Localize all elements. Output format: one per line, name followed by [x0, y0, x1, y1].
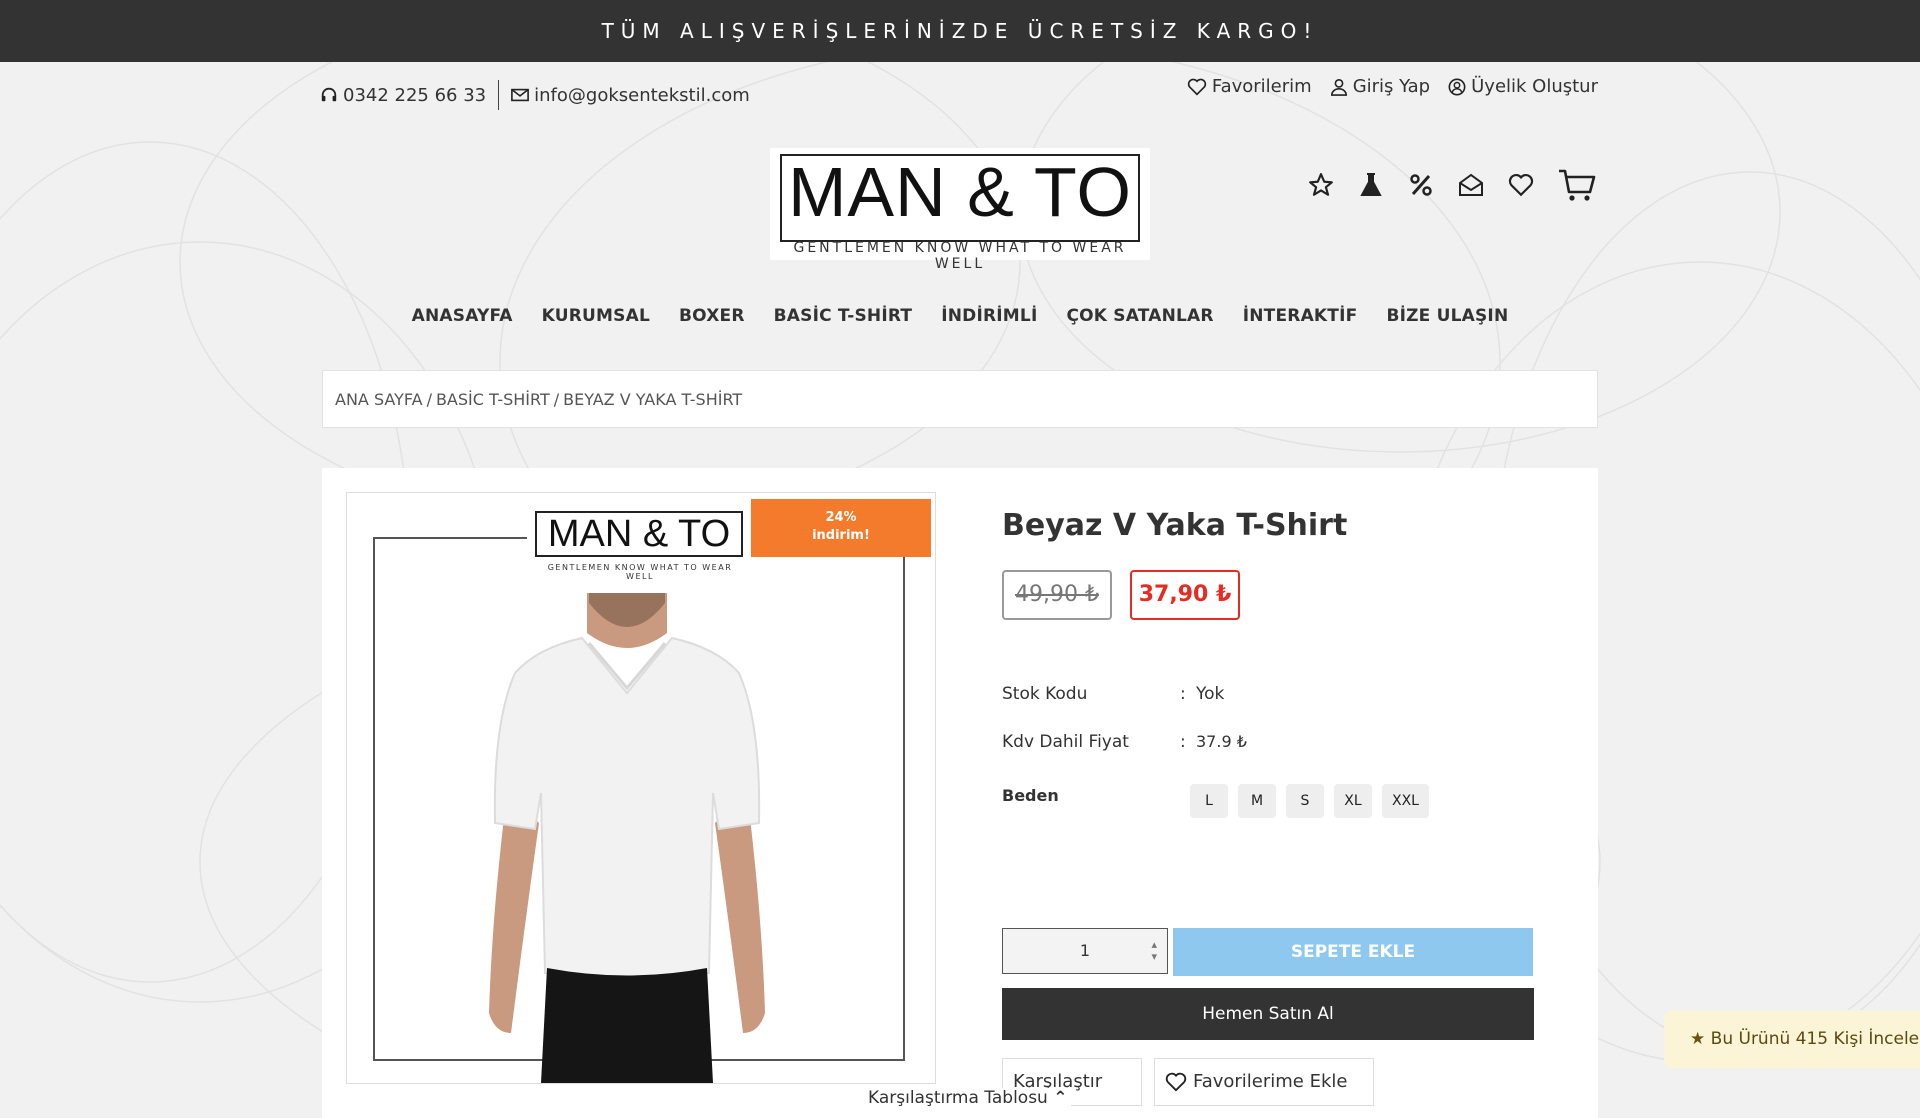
nav-cok-satanlar[interactable]: ÇOK SATANLAR	[1066, 306, 1213, 326]
compare-table-label: Karşılaştırma Tablosu	[868, 1088, 1048, 1108]
discount-percent: 24%	[825, 510, 857, 525]
discount-label: indirim!	[812, 528, 870, 543]
compare-table-toggle[interactable]: Karşılaştırma Tablosu ⌃	[864, 1088, 1072, 1108]
free-shipping-banner: TÜM ALIŞVERİŞLERİNİZDE ÜCRETSİZ KARGO!	[0, 0, 1920, 62]
nav-kurumsal[interactable]: KURUMSAL	[542, 306, 650, 326]
viewed-count-badge: ★ Bu Ürünü 415 Kişi İnceledi	[1664, 1010, 1920, 1068]
register-label: Üyelik Oluştur	[1471, 76, 1598, 97]
image-logo-tagline: GENTLEMEN KNOW WHAT TO WEAR WELL	[547, 563, 733, 581]
user-icon	[1330, 78, 1347, 96]
size-option-m[interactable]: M	[1238, 784, 1276, 818]
star-icon[interactable]	[1308, 172, 1334, 198]
frame-line	[373, 537, 375, 1061]
buy-now-button[interactable]: Hemen Satın Al	[1002, 988, 1534, 1040]
product-title: Beyaz V Yaka T-Shirt	[1002, 508, 1348, 543]
chevron-up-icon: ⌃	[1053, 1088, 1068, 1108]
quantity-value: 1	[1079, 941, 1091, 960]
size-option-s[interactable]: S	[1286, 784, 1324, 818]
nav-interaktif[interactable]: İNTERAKTİF	[1243, 306, 1358, 326]
heart-icon	[1187, 78, 1207, 96]
header-icon-bar	[1308, 169, 1596, 201]
nav-basic-tshirt[interactable]: BASİC T-SHİRT	[774, 306, 913, 326]
spec-stock-label: Stok Kodu	[1002, 684, 1088, 704]
spec-size-label: Beden	[1002, 786, 1059, 805]
product-image[interactable]: MAN & TO GENTLEMEN KNOW WHAT TO WEAR WEL…	[346, 492, 936, 1084]
viewed-count-text: Bu Ürünü 415 Kişi İnceledi	[1710, 1029, 1920, 1049]
register-link[interactable]: Üyelik Oluştur	[1448, 76, 1598, 97]
quantity-stepper[interactable]: 1 ▴ ▾	[1002, 928, 1168, 974]
stepper-arrows-icon[interactable]: ▴ ▾	[1151, 939, 1157, 963]
frame-line	[373, 537, 527, 539]
add-favorite-button[interactable]: Favorilerime Ekle	[1154, 1058, 1374, 1106]
nav-boxer[interactable]: BOXER	[679, 306, 745, 326]
flask-icon[interactable]	[1358, 172, 1384, 198]
logo-tagline: GENTLEMEN KNOW WHAT TO WEAR WELL	[793, 240, 1127, 272]
phone-number: 0342 225 66 33	[343, 84, 487, 106]
breadcrumb-home[interactable]: ANA SAYFA	[335, 390, 423, 409]
percent-icon[interactable]	[1408, 172, 1434, 198]
favorites-label: Favorilerim	[1211, 76, 1312, 97]
user-circle-icon	[1448, 78, 1466, 95]
star-icon: ★	[1690, 1029, 1706, 1049]
spec-colon: :	[1180, 732, 1186, 752]
heart-icon[interactable]	[1508, 172, 1534, 198]
main-navigation: ANASAYFA KURUMSAL BOXER BASİC T-SHİRT İN…	[0, 306, 1920, 326]
add-favorite-label: Favorilerime Ekle	[1193, 1071, 1348, 1092]
nav-indirimli[interactable]: İNDİRİMLİ	[941, 306, 1037, 326]
size-options: L M S XL XXL	[1190, 784, 1429, 818]
add-to-cart-button[interactable]: SEPETE EKLE	[1173, 928, 1533, 976]
cart-icon[interactable]	[1558, 169, 1596, 201]
phone-contact[interactable]: 0342 225 66 33	[320, 85, 486, 106]
headphones-icon	[321, 87, 337, 102]
size-option-l[interactable]: L	[1190, 784, 1228, 818]
breadcrumb-category[interactable]: BASİC T-SHİRT	[436, 390, 550, 409]
favorites-link[interactable]: Favorilerim	[1187, 76, 1312, 97]
image-logo: MAN & TO GENTLEMEN KNOW WHAT TO WEAR WEL…	[535, 511, 745, 581]
size-option-xxl[interactable]: XXL	[1382, 784, 1429, 818]
frame-line	[903, 557, 905, 1061]
logo-name: MAN & TO	[788, 153, 1132, 231]
breadcrumb: ANA SAYFA / BASİC T-SHİRT / BEYAZ V YAKA T-S…	[322, 370, 1598, 428]
contact-info: 0342 225 66 33 info@goksentekstil.com	[320, 80, 750, 110]
nav-anasayfa[interactable]: ANASAYFA	[412, 306, 513, 326]
login-label: Giriş Yap	[1352, 76, 1431, 97]
spec-colon: :	[1180, 684, 1186, 704]
product-card: MAN & TO GENTLEMEN KNOW WHAT TO WEAR WEL…	[322, 468, 1598, 1118]
email-address: info@goksentekstil.com	[534, 84, 750, 106]
account-links: Favorilerim Giriş Yap Üyelik Oluştur	[1187, 76, 1598, 97]
sale-price: 37,90 ₺	[1130, 570, 1240, 620]
site-logo[interactable]: MAN & TO GENTLEMEN KNOW WHAT TO WEAR WEL…	[770, 148, 1150, 272]
spec-vat-value: 37.9 ₺	[1196, 732, 1247, 751]
contact-divider	[498, 80, 500, 110]
login-link[interactable]: Giriş Yap	[1330, 76, 1430, 97]
spec-stock-value: Yok	[1196, 684, 1225, 704]
tshirt-model-illustration	[489, 593, 765, 1083]
size-option-xl[interactable]: XL	[1334, 784, 1372, 818]
image-logo-name: MAN & TO	[547, 513, 731, 555]
nav-bize-ulasin[interactable]: BİZE ULAŞIN	[1386, 306, 1508, 326]
heart-icon	[1165, 1072, 1187, 1092]
discount-badge: 24% indirim!	[751, 499, 931, 557]
envelope-icon	[511, 88, 530, 102]
spec-vat-label: Kdv Dahil Fiyat	[1002, 732, 1129, 752]
old-price: 49,90 ₺	[1002, 570, 1112, 620]
email-contact[interactable]: info@goksentekstil.com	[511, 85, 750, 106]
mail-open-icon[interactable]	[1458, 172, 1484, 198]
breadcrumb-current: BEYAZ V YAKA T-SHİRT	[563, 390, 743, 409]
